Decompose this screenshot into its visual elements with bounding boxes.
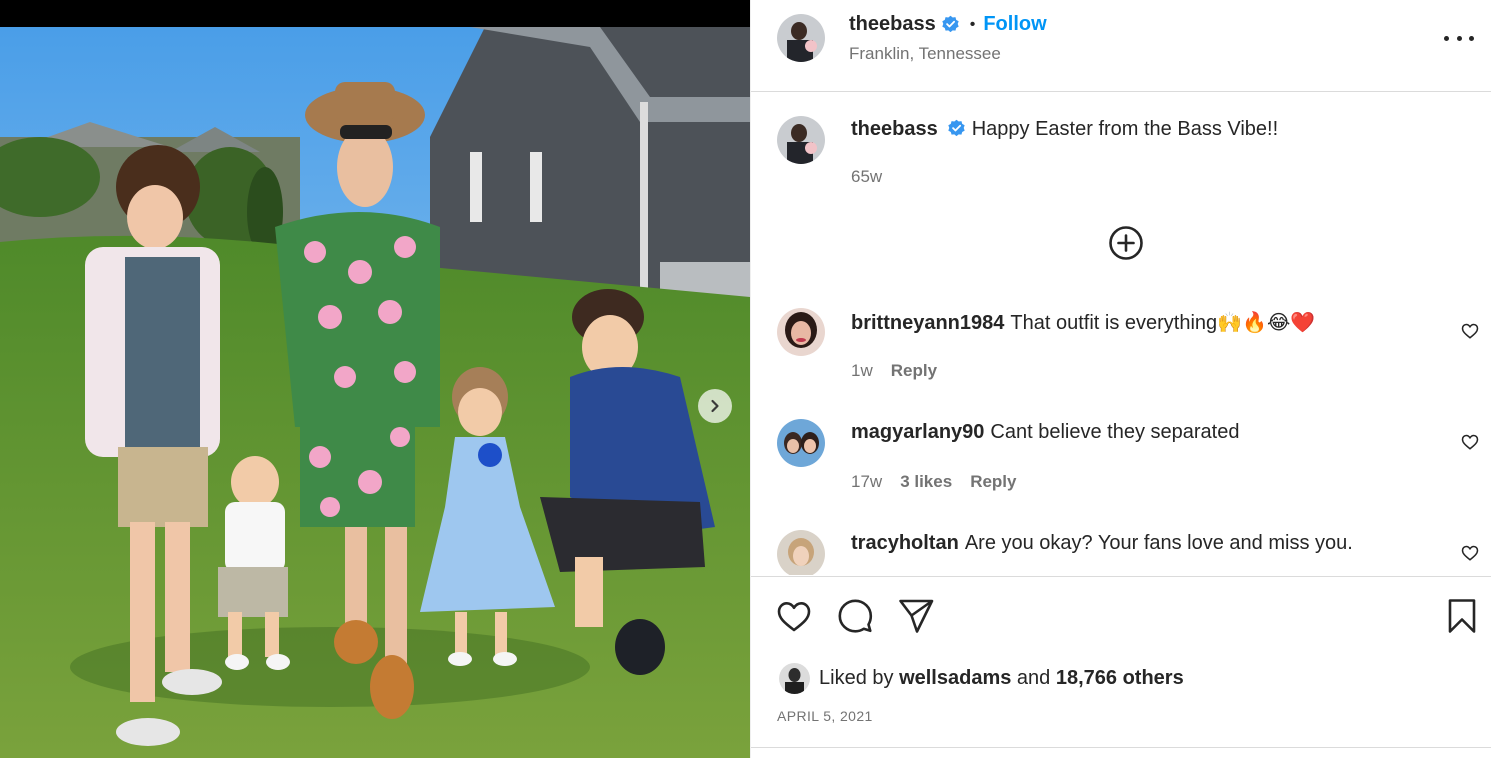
comment-text: That outfit is everything🙌🔥😂❤️	[1010, 312, 1316, 334]
likes-summary[interactable]: Liked by wellsadams and 18,766 others	[779, 663, 1184, 694]
liker-username[interactable]: wellsadams	[899, 667, 1011, 690]
likes-count[interactable]: 18,766 others	[1056, 667, 1184, 690]
comment-text: Cant believe they separated	[990, 421, 1240, 443]
follow-button[interactable]: Follow	[983, 13, 1046, 36]
caption-timestamp[interactable]: 65w	[851, 167, 882, 187]
comment-icon[interactable]	[836, 597, 874, 635]
commenter-username[interactable]: magyarlany90	[851, 421, 984, 443]
caption-username[interactable]: theebass	[851, 118, 938, 140]
comment-input-bar[interactable]	[751, 747, 1491, 758]
header-separator: •	[969, 15, 976, 33]
verified-badge-icon	[948, 119, 965, 137]
verified-badge-icon	[942, 15, 959, 33]
post-details-panel: theebass • Follow Franklin, Tennessee th…	[750, 0, 1491, 758]
comment-timestamp[interactable]: 1w	[851, 361, 873, 381]
like-heart-icon[interactable]	[775, 597, 813, 635]
reply-button[interactable]: Reply	[970, 472, 1016, 492]
share-icon[interactable]	[897, 597, 935, 635]
commenter-avatar[interactable]	[777, 419, 825, 467]
more-options-icon[interactable]	[1444, 26, 1474, 50]
heart-icon[interactable]	[1461, 322, 1479, 340]
caption-text: Happy Easter from the Bass Vibe!!	[971, 118, 1279, 140]
reply-button[interactable]: Reply	[891, 361, 937, 381]
chevron-right-icon	[711, 399, 719, 413]
liked-by-joiner: and	[1016, 667, 1051, 689]
comment-item: magyarlany90 Cant believe they separated …	[777, 419, 1479, 509]
caption-avatar[interactable]	[777, 116, 825, 164]
comment-text: Are you okay? Your fans love and miss yo…	[964, 532, 1353, 554]
comment-timestamp[interactable]: 17w	[851, 472, 882, 492]
comment-item: tracyholtan Are you okay? Your fans love …	[777, 530, 1479, 575]
liker-avatar[interactable]	[779, 663, 810, 694]
comment-item: brittneyann1984 That outfit is everything…	[777, 308, 1479, 398]
post-media[interactable]	[0, 0, 750, 758]
bookmark-icon[interactable]	[1443, 597, 1481, 635]
commenter-avatar[interactable]	[777, 530, 825, 575]
post-photo	[0, 27, 750, 758]
author-username[interactable]: theebass	[849, 13, 936, 36]
post-header: theebass • Follow Franklin, Tennessee	[751, 0, 1491, 92]
post-actions: Liked by wellsadams and 18,766 others AP…	[751, 576, 1491, 748]
commenter-avatar[interactable]	[777, 308, 825, 356]
post-location[interactable]: Franklin, Tennessee	[849, 44, 1001, 64]
commenter-username[interactable]: tracyholtan	[851, 532, 959, 554]
comments-list[interactable]: theebass Happy Easter from the Bass Vibe…	[751, 93, 1491, 575]
comment-likes[interactable]: 3 likes	[900, 472, 952, 492]
commenter-username[interactable]: brittneyann1984	[851, 312, 1004, 334]
post-date[interactable]: APRIL 5, 2021	[777, 708, 873, 724]
heart-icon[interactable]	[1461, 433, 1479, 451]
next-photo-button[interactable]	[698, 389, 732, 423]
liked-by-prefix: Liked by	[819, 667, 894, 689]
add-circle-icon[interactable]	[1108, 225, 1144, 261]
heart-icon[interactable]	[1461, 544, 1479, 562]
author-avatar[interactable]	[777, 14, 825, 62]
